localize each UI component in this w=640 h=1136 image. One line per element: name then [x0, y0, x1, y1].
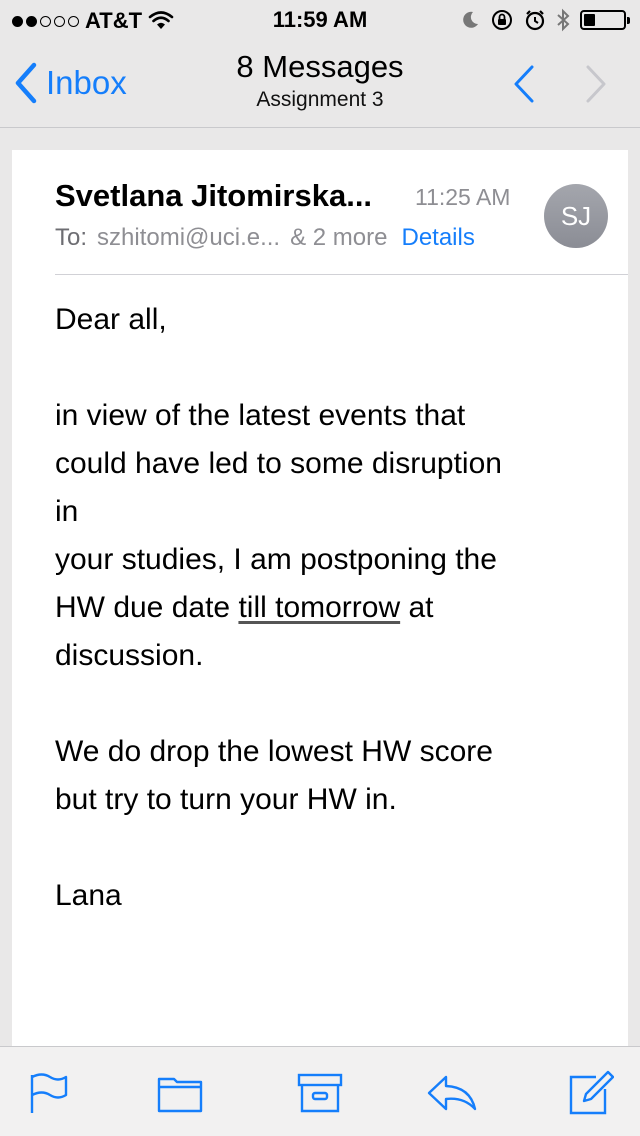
body-text-segment: at — [400, 591, 434, 624]
body-line: but try to turn your HW in. — [55, 783, 397, 816]
compose-icon[interactable] — [566, 1069, 614, 1117]
recipient-address[interactable]: szhitomi@uci.e... — [97, 224, 280, 252]
page-subtitle: Assignment 3 — [256, 88, 384, 111]
chevron-left-icon — [15, 62, 37, 104]
flag-icon[interactable] — [24, 1069, 72, 1117]
body-line: could have led to some disruption — [55, 447, 502, 480]
nav-title-block: 8 Messages Assignment 3 — [160, 48, 480, 114]
body-line: discussion. — [55, 639, 204, 672]
bottom-toolbar — [0, 1046, 640, 1136]
body-line: in view of the latest events that — [55, 399, 466, 432]
back-to-inbox-button[interactable]: Inbox — [14, 62, 127, 104]
message-time: 11:25 AM — [415, 184, 511, 210]
archive-icon[interactable] — [296, 1069, 344, 1117]
next-message-button[interactable] — [582, 64, 612, 104]
folder-icon[interactable] — [156, 1069, 204, 1117]
to-label: To: — [55, 224, 88, 251]
mail-app: AT&T 11:59 AM Inbox 8 Messages Assignmen… — [0, 0, 640, 1136]
reply-icon[interactable] — [426, 1069, 478, 1117]
status-bar: AT&T 11:59 AM — [0, 0, 640, 40]
nav-bar: Inbox 8 Messages Assignment 3 — [0, 40, 640, 128]
message-body: Dear all, in view of the latest events t… — [55, 296, 595, 920]
orientation-lock-icon — [492, 10, 512, 30]
body-signature: Lana — [55, 879, 122, 912]
avatar[interactable]: SJ — [544, 184, 608, 248]
alarm-icon — [525, 10, 545, 31]
avatar-initials: SJ — [560, 200, 592, 231]
message-card: Svetlana Jitomirska... 11:25 AM SJ To: s… — [12, 150, 628, 1047]
battery-icon — [580, 10, 630, 30]
body-line: in — [55, 495, 79, 528]
more-recipients[interactable]: & 2 more — [290, 224, 387, 252]
page-title: 8 Messages — [236, 49, 404, 84]
bluetooth-icon — [557, 8, 570, 32]
moon-icon — [463, 11, 478, 28]
body-line: We do drop the lowest HW score — [55, 735, 493, 768]
body-line: your studies, I am postponing the — [55, 543, 497, 576]
status-right — [460, 8, 630, 32]
date-link[interactable]: till tomorrow — [238, 591, 400, 624]
sender-name[interactable]: Svetlana Jitomirska... — [55, 178, 372, 214]
body-text-segment: HW due date — [55, 591, 239, 624]
battery-fill — [584, 14, 595, 26]
details-link[interactable]: Details — [401, 224, 474, 252]
body-greeting: Dear all, — [55, 303, 167, 336]
previous-message-button[interactable] — [508, 64, 538, 104]
recipients-row: To: szhitomi@uci.e... & 2 more Details — [55, 224, 475, 252]
body-line: HW due date till tomorrow at — [55, 584, 595, 632]
back-label: Inbox — [46, 64, 127, 101]
header-divider — [55, 274, 628, 275]
